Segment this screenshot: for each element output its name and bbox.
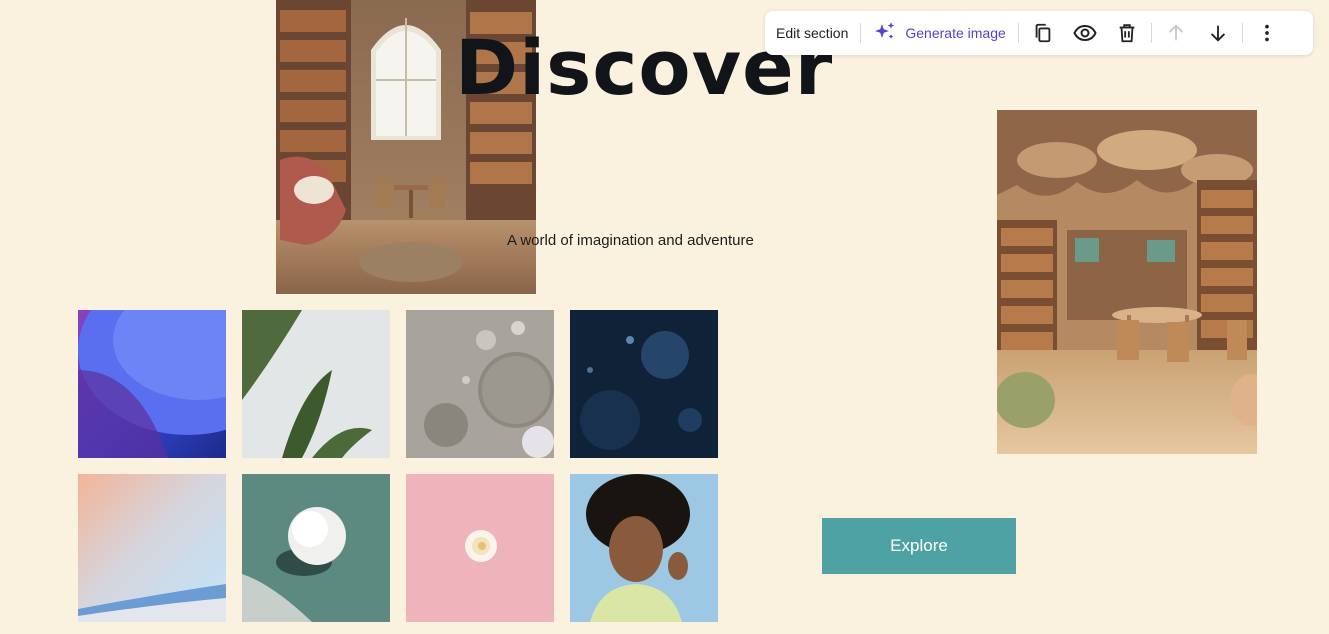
- generate-image-label: Generate image: [905, 25, 1006, 41]
- sparkle-icon: [873, 20, 905, 47]
- grid-image-green-leaves[interactable]: [242, 310, 390, 458]
- trash-icon[interactable]: [1115, 21, 1139, 45]
- toolbar-divider: [1017, 23, 1019, 43]
- toolbar-divider: [1241, 23, 1243, 43]
- grid-image-grey-bubbles[interactable]: [406, 310, 554, 458]
- hero-subtitle: A world of imagination and adventure: [507, 232, 754, 249]
- arrow-up-icon[interactable]: [1164, 21, 1188, 45]
- edit-section-button[interactable]: Edit section: [776, 25, 848, 41]
- grid-image-white-ball[interactable]: [242, 474, 390, 622]
- grid-image-blue-abstract[interactable]: [78, 310, 226, 458]
- childrens-library-image[interactable]: [997, 110, 1257, 454]
- toolbar-divider: [1150, 23, 1152, 43]
- more-vertical-icon[interactable]: [1255, 21, 1279, 45]
- grid-image-smiling-woman[interactable]: [570, 474, 718, 622]
- eye-icon[interactable]: [1073, 21, 1097, 45]
- explore-button[interactable]: Explore: [822, 518, 1016, 574]
- arrow-down-icon[interactable]: [1206, 21, 1230, 45]
- toolbar-divider: [860, 23, 862, 43]
- grid-image-dark-blue-bubbles[interactable]: [570, 310, 718, 458]
- grid-image-flower-on-pink[interactable]: [406, 474, 554, 622]
- copy-icon[interactable]: [1031, 21, 1055, 45]
- section-toolbar: Edit section Generate image: [765, 11, 1313, 55]
- grid-image-pastel-gradient[interactable]: [78, 474, 226, 622]
- generate-image-button[interactable]: Generate image: [873, 20, 1006, 47]
